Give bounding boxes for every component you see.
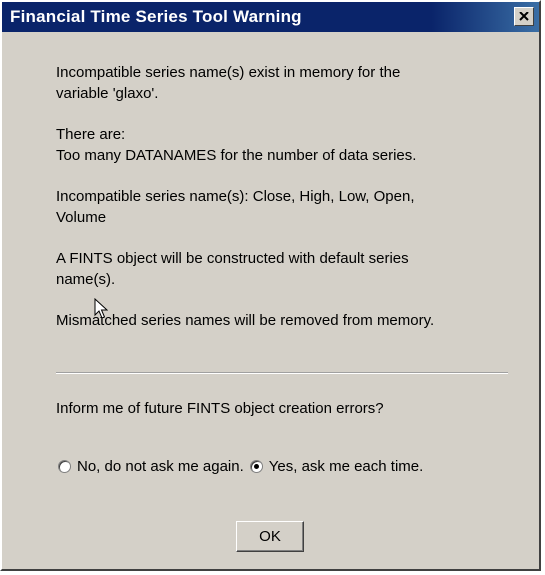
radio-option-yes[interactable]: Yes, ask me each time. <box>249 458 424 475</box>
title-bar[interactable]: Financial Time Series Tool Warning <box>2 2 539 32</box>
radio-button-selected-icon[interactable] <box>249 460 263 473</box>
message-paragraph: A FINTS object will be constructed with … <box>56 250 409 288</box>
ok-button[interactable]: OK <box>236 521 304 552</box>
warning-dialog: Financial Time Series Tool Warning Incom… <box>0 0 541 571</box>
message-body: Incompatible series name(s) exist in mem… <box>56 62 526 351</box>
radio-group: No, do not ask me again. Yes, ask me eac… <box>58 458 423 475</box>
radio-label-no: No, do not ask me again. <box>77 458 244 475</box>
divider <box>56 372 508 374</box>
message-paragraph: There are: Too many DATANAMES for the nu… <box>56 126 417 164</box>
dialog-title: Financial Time Series Tool Warning <box>10 7 302 26</box>
radio-option-no[interactable]: No, do not ask me again. <box>58 458 244 475</box>
message-paragraph: Incompatible series name(s) exist in mem… <box>56 64 401 102</box>
mouse-pointer-icon <box>94 298 108 319</box>
question-label: Inform me of future FINTS object creatio… <box>56 400 384 417</box>
close-button[interactable] <box>514 7 534 26</box>
radio-button-icon[interactable] <box>58 460 71 473</box>
close-icon <box>519 12 529 21</box>
radio-label-yes: Yes, ask me each time. <box>268 458 424 475</box>
message-paragraph: Incompatible series name(s): Close, High… <box>56 188 415 226</box>
message-paragraph: Mismatched series names will be removed … <box>56 312 435 329</box>
